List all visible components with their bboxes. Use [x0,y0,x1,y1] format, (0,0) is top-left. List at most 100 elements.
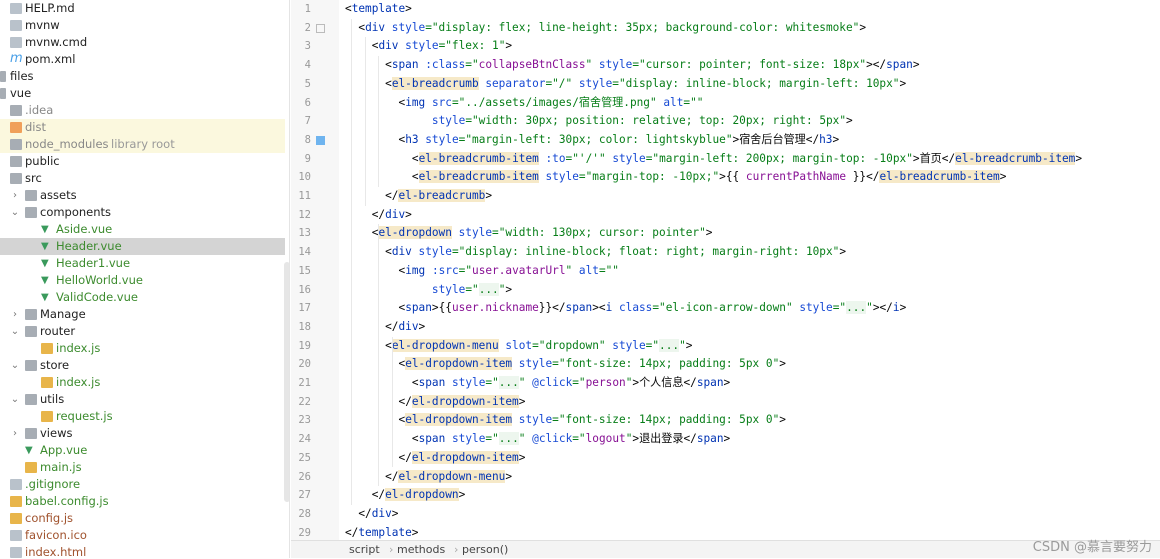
chevron-right-icon[interactable]: › [10,187,20,204]
tree-item[interactable]: config.js [0,510,285,527]
code-token: =" [645,338,660,352]
code-line[interactable]: <div style="flex: 1"> [372,37,512,56]
code-line[interactable]: <span>{{user.nickname}}</span><i class="… [399,299,906,318]
code-token: src [431,95,452,109]
tree-item[interactable]: ▼ Header1.vue [0,255,285,272]
code-token: :src [431,263,459,277]
code-token: > [899,76,907,90]
tree-item[interactable]: HELP.md [0,0,285,17]
tree-item[interactable]: index.js [0,340,285,357]
chevron-down-icon[interactable]: ⌄ [10,323,20,340]
tree-item[interactable]: files [0,68,285,85]
tree-item[interactable]: › views [0,425,285,442]
code-editor[interactable]: 1 2 3 4 5 6 7 8 9 10 11 12 13 14 15 16 17 18 19 20 21 22 23 24 2… [291,0,1160,540]
code-line[interactable]: <div style="display: flex; line-height: … [358,19,866,38]
tree-item[interactable]: index.html [0,544,285,558]
code-line[interactable]: <el-breadcrumb separator="/" style="disp… [385,75,906,94]
folder-icon [25,360,37,371]
vue-icon: ▼ [41,275,49,286]
line-number: 21 [298,377,311,389]
tree-item[interactable]: mvnw [0,17,285,34]
breadcrumb-script[interactable]: script [349,541,380,559]
tree-item[interactable]: favicon.ico [0,527,285,544]
tree-item[interactable]: ▼ Aside.vue [0,221,285,238]
tree-item[interactable]: ⌄ store [0,357,285,374]
chevron-right-icon[interactable]: › [10,306,20,323]
code-line[interactable]: <template> [345,0,412,19]
code-line[interactable]: </el-dropdown-item> [399,449,525,468]
code-token: h3 [405,132,419,146]
project-tree[interactable]: HELP.md mvnw mvnw.cmd m pom.xml files vue .idea… [0,0,290,558]
tree-item[interactable]: public [0,153,285,170]
code-line[interactable]: <el-dropdown-item style="font-size: 14px… [399,411,786,430]
code-token: ="'/'" [565,151,606,165]
tree-item[interactable]: .idea [0,102,285,119]
tree-item[interactable]: m pom.xml [0,51,285,68]
tree-item[interactable]: ▼ HelloWorld.vue [0,272,285,289]
chevron-down-icon[interactable]: ⌄ [10,204,20,221]
tree-item-label: Header1.vue [56,256,131,270]
code-token: img [405,95,426,109]
bookmark-icon[interactable] [316,23,325,33]
code-line[interactable]: </el-dropdown> [372,486,465,505]
tree-item[interactable]: dist [0,119,285,136]
code-token: ="margin-left: 30px; color: lightskyblue… [458,132,733,146]
editor-gutter: 1 2 3 4 5 6 7 8 9 10 11 12 13 14 15 16 17 18 19 20 21 22 23 24 2… [291,0,339,540]
code-line[interactable]: <el-dropdown style="width: 130px; cursor… [372,224,712,243]
tree-item[interactable]: main.js [0,459,285,476]
tree-item[interactable]: ▼ App.vue [0,442,285,459]
code-line[interactable]: <img :src="user.avatarUrl" alt="" [399,262,619,281]
code-line[interactable]: <el-dropdown-menu slot="dropdown" style=… [385,337,692,356]
code-token: ="display: flex; line-height: 35px; back… [425,20,860,34]
tree-item-label: components [40,205,112,219]
code-line[interactable]: style="width: 30px; position: relative; … [399,112,853,131]
tree-item-label: index.js [56,375,101,389]
code-line[interactable]: <span style="..." @click="logout">退出登录</… [412,430,730,449]
chevron-right-icon[interactable]: › [10,425,20,442]
tree-item[interactable]: ⌄ utils [0,391,285,408]
code-line[interactable]: </div> [385,318,425,337]
code-token: el-breadcrumb-item [418,170,539,184]
breakpoint-icon[interactable] [316,135,325,145]
tree-item[interactable]: index.js [0,374,285,391]
code-line[interactable]: <el-breadcrumb-item :to="'/'" style="mar… [412,150,1082,169]
code-line[interactable]: </div> [358,505,398,524]
tree-item[interactable]: › assets [0,187,285,204]
tree-item[interactable]: mvnw.cmd [0,34,285,51]
tree-item[interactable]: vue [0,85,285,102]
chevron-down-icon[interactable]: ⌄ [10,391,20,408]
code-line[interactable]: <div style="display: inline-block; float… [385,243,846,262]
tree-item[interactable]: ⌄ router [0,323,285,340]
tree-item[interactable]: › Manage [0,306,285,323]
code-line[interactable]: </el-breadcrumb> [385,187,492,206]
code-token: span [418,376,446,389]
tree-item[interactable]: .gitignore [0,476,285,493]
code-line[interactable]: <img src="../assets/images/宿舍管理.png" alt… [399,94,704,113]
code-line[interactable]: style="..."> [399,281,513,300]
line-number: 25 [298,451,311,464]
code-line[interactable]: <h3 style="margin-left: 30px; color: lig… [399,131,840,150]
tree-item[interactable]: node_modules library root [0,136,285,153]
code-token: ="display: inline-block; margin-left: 10… [612,76,900,90]
code-token: > [505,282,513,296]
tree-item[interactable]: babel.config.js [0,493,285,510]
code-line[interactable]: </div> [372,206,412,225]
tree-item[interactable]: ⌄ components [0,204,285,221]
tree-item[interactable]: request.js [0,408,285,425]
code-line[interactable]: <span :class="collapseBtnClass" style="c… [385,56,919,75]
code-line[interactable]: <span style="..." @click="person">个人信息</… [412,374,730,393]
code-line[interactable]: </el-dropdown-menu> [385,468,512,487]
breadcrumb-methods[interactable]: methods [397,541,445,559]
line-number: 5 [304,77,311,90]
code-line[interactable]: <el-breadcrumb-item style="margin-top: -… [411,168,1006,187]
code-line[interactable]: <el-dropdown-item style="font-size: 14px… [399,355,786,374]
code-token: > [846,114,853,128]
code-token: < [411,170,419,184]
tree-item[interactable]: ▼ Header.vue [0,238,285,255]
tree-item[interactable]: src [0,170,285,187]
tree-item[interactable]: ▼ ValidCode.vue [0,289,285,306]
folder-icon [25,190,37,201]
breadcrumb-person[interactable]: person() [462,541,508,559]
chevron-down-icon[interactable]: ⌄ [10,357,20,374]
code-line[interactable]: </el-dropdown-item> [399,393,525,412]
